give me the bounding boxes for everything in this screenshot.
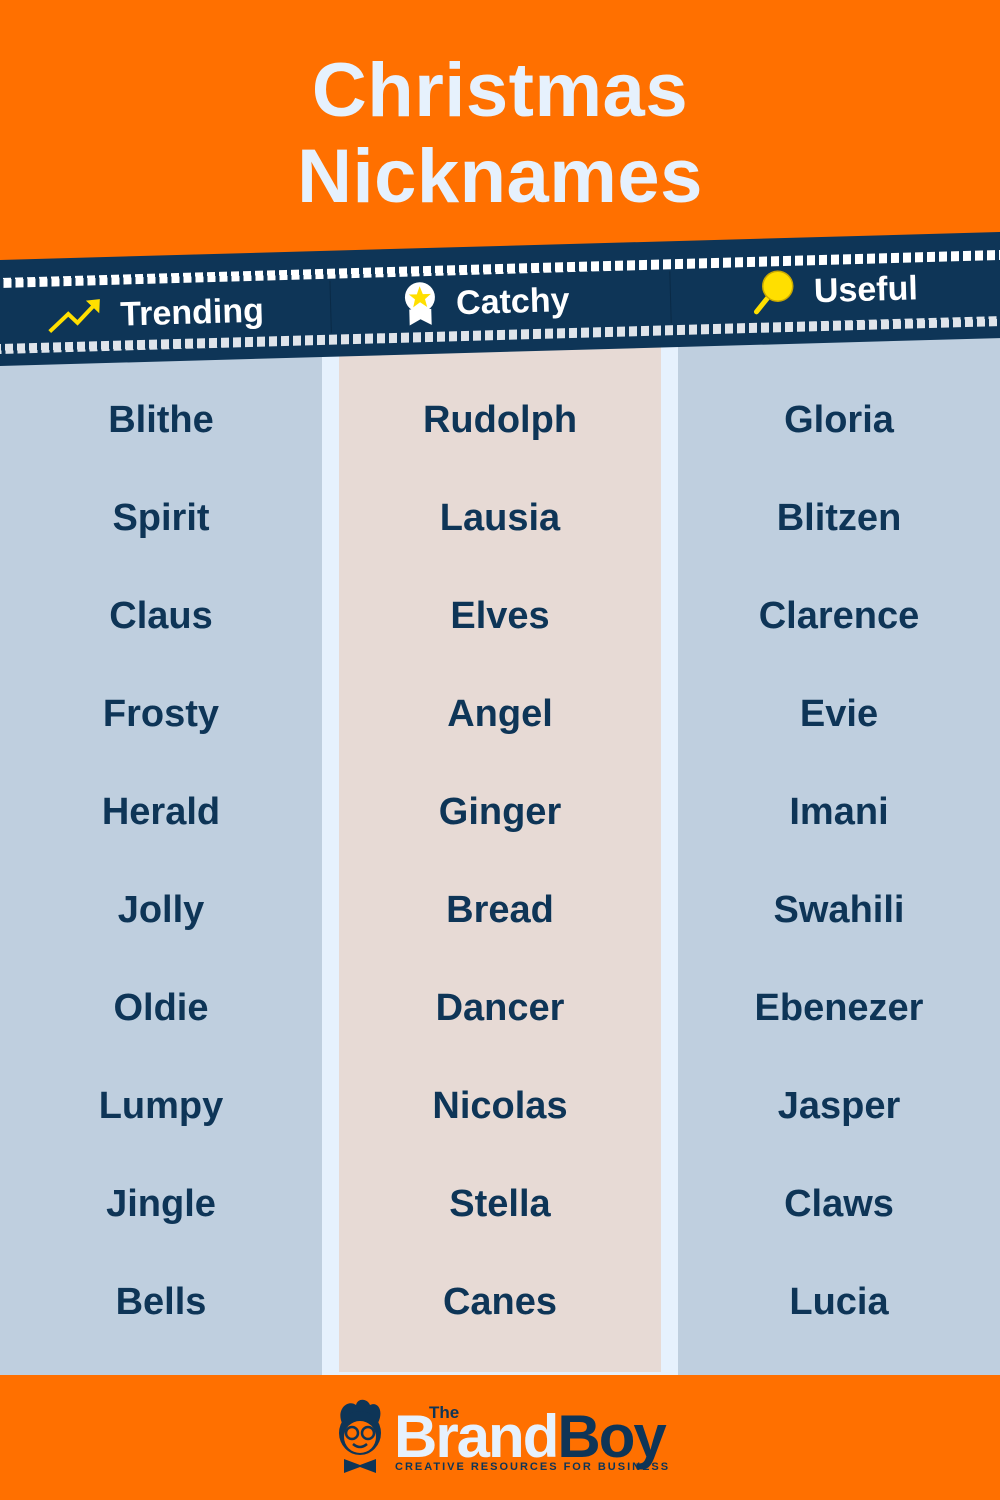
list-item: Canes (442, 1281, 558, 1323)
list-item: Elves (450, 595, 550, 637)
list-item: Oldie (113, 987, 209, 1029)
list-item: Ebenezer (754, 987, 924, 1029)
list-item: Lausia (439, 497, 561, 539)
list-item: Evie (799, 693, 879, 735)
column-useful: Gloria Blitzen Clarence Evie Imani Swahi… (678, 320, 1000, 1375)
list-item: Spirit (112, 497, 210, 539)
list-item: Lumpy (98, 1085, 224, 1127)
category-label: Trending (119, 291, 265, 334)
list-item: Gloria (784, 399, 894, 441)
mascot-icon (339, 1399, 381, 1473)
award-badge-icon (404, 282, 435, 326)
list-item: Angel (447, 693, 553, 735)
list-item: Herald (101, 791, 221, 833)
category-catchy: Catchy (401, 276, 570, 329)
title-line-1: Christmas (311, 48, 689, 133)
list-item: Lucia (789, 1281, 889, 1323)
list-item: Swahili (773, 889, 905, 931)
list-item: Imani (789, 791, 889, 833)
list-item: Nicolas (432, 1085, 568, 1127)
list-item: Stella (449, 1183, 551, 1225)
list-item: Jasper (777, 1085, 901, 1127)
list-item: Jingle (106, 1183, 216, 1225)
list-item: Bells (115, 1281, 207, 1323)
category-trending: Trending (46, 287, 265, 341)
title-line-2: Nicknames (297, 134, 703, 219)
list-item: Dancer (435, 987, 565, 1029)
category-useful: Useful (749, 264, 918, 317)
logo-tagline: CREATIVE RESOURCES FOR BUSINESS (395, 1461, 671, 1473)
logo-boy-text: Boy (557, 1403, 666, 1470)
useful-name-list: Gloria Blitzen Clarence Evie Imani Swahi… (678, 390, 1000, 1370)
magnifier-icon (753, 270, 794, 315)
list-item: Ginger (438, 791, 562, 833)
category-label: Catchy (455, 280, 570, 322)
trending-up-icon (48, 299, 100, 334)
catchy-name-list: Rudolph Lausia Elves Angel Ginger Bread … (339, 390, 661, 1370)
page-title: Christmas Nicknames (0, 48, 1000, 220)
list-item: Blitzen (776, 497, 902, 539)
list-item: Bread (446, 889, 554, 931)
list-item: Claws (784, 1183, 894, 1225)
footer-banner: The BrandBoy CREATIVE RESOURCES FOR BUSI… (0, 1375, 1000, 1500)
list-item: Jolly (117, 889, 205, 931)
category-label: Useful (813, 268, 919, 310)
logo-brand-text: Brand (394, 1403, 559, 1470)
list-item: Frosty (102, 693, 220, 735)
logo-wordmark: BrandBoy (394, 1403, 667, 1470)
list-item: Claus (109, 595, 213, 637)
list-item: Clarence (758, 595, 920, 637)
trending-name-list: Blithe Spirit Claus Frosty Herald Jolly … (0, 390, 322, 1370)
divider (669, 271, 672, 324)
divider (329, 280, 332, 333)
column-catchy: Rudolph Lausia Elves Angel Ginger Bread … (339, 320, 661, 1372)
list-item: Blithe (108, 399, 214, 441)
column-trending: Blithe Spirit Claus Frosty Herald Jolly … (0, 320, 322, 1375)
brand-logo[interactable]: The BrandBoy CREATIVE RESOURCES FOR BUSI… (332, 1397, 682, 1487)
list-item: Rudolph (422, 399, 578, 441)
